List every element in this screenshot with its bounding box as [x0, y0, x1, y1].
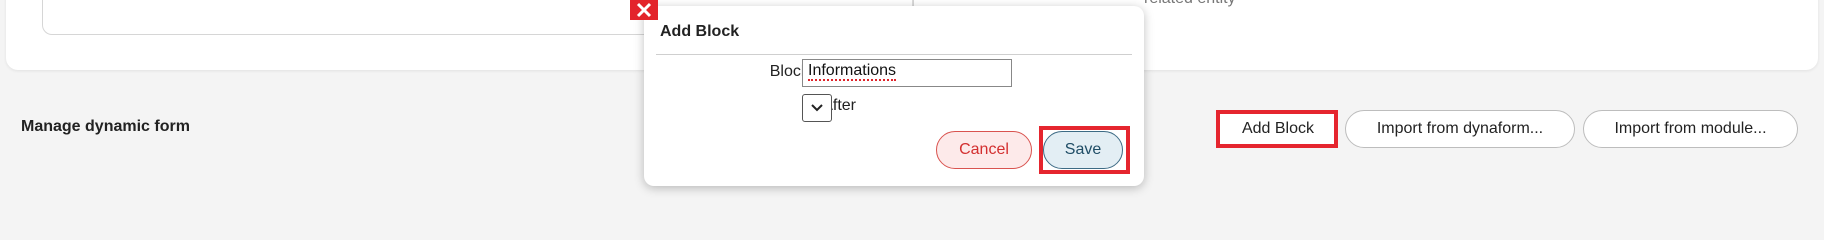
block-name-value: Informations — [808, 62, 897, 81]
import-from-dynaform-button[interactable]: Import from dynaform... — [1345, 110, 1575, 148]
page: related entity Manage dynamic form Add B… — [0, 0, 1824, 202]
add-block-dialog: Add Block Block Name Informations After … — [644, 6, 1144, 186]
chevron-down-icon — [811, 104, 823, 112]
block-name-input[interactable]: Informations — [802, 59, 1012, 87]
related-entity-text: related entity — [1144, 0, 1236, 8]
after-select[interactable] — [802, 94, 832, 122]
manage-dynamic-form-label: Manage dynamic form — [21, 118, 190, 135]
cancel-button[interactable]: Cancel — [936, 131, 1032, 169]
add-block-button[interactable]: Add Block — [1218, 111, 1338, 147]
close-icon[interactable] — [630, 0, 658, 20]
after-label: After — [822, 97, 856, 114]
dialog-divider — [656, 54, 1132, 55]
import-from-module-button[interactable]: Import from module... — [1583, 110, 1798, 148]
save-button[interactable]: Save — [1043, 131, 1123, 169]
dialog-title: Add Block — [660, 23, 740, 40]
